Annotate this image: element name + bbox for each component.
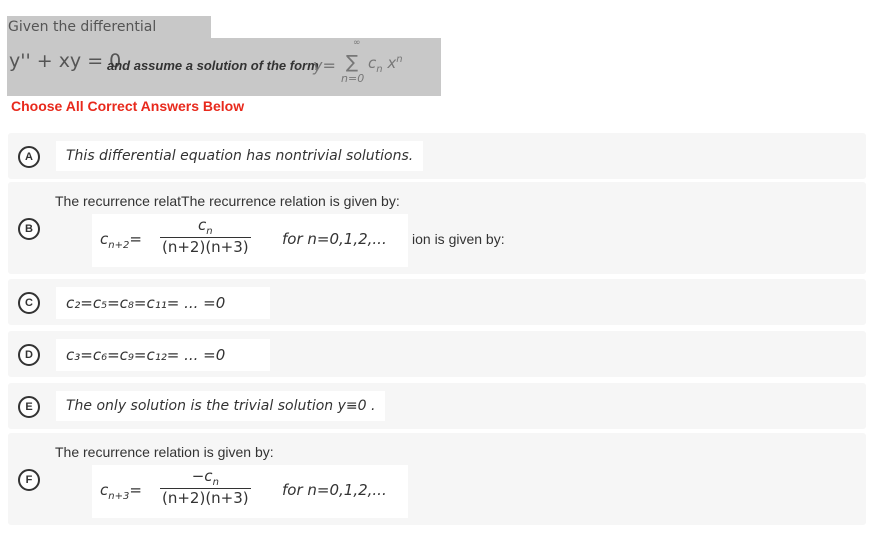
coef-sub: n bbox=[376, 64, 383, 75]
option-e[interactable]: E The only solution is the trivial solut… bbox=[8, 383, 866, 429]
denominator: (n+2)(n+3) bbox=[162, 238, 249, 256]
recurrence-formula: cn+2= cn (n+2)(n+3) for n=0,1,2,... bbox=[92, 214, 408, 267]
option-text: c₂=c₅=c₈=c₁₁= ... =0 bbox=[56, 287, 270, 319]
option-d[interactable]: D c₃=c₆=c₉=c₁₂= ... =0 bbox=[8, 331, 866, 377]
series-term: cn xn bbox=[368, 54, 403, 75]
option-badge[interactable]: D bbox=[18, 344, 40, 366]
option-text: This differential equation has nontrivia… bbox=[56, 141, 424, 171]
recurrence-formula: cn+3= −cn (n+2)(n+3) for n=0,1,2,... bbox=[92, 465, 408, 518]
sum-lower: n=0 bbox=[341, 72, 365, 85]
option-heading: The recurrence relation is given by: bbox=[55, 444, 274, 460]
option-heading: The recurrence relatThe recurrence relat… bbox=[55, 193, 400, 209]
denominator: (n+2)(n+3) bbox=[162, 489, 249, 507]
option-c[interactable]: C c₂=c₅=c₈=c₁₁= ... =0 bbox=[8, 279, 866, 325]
numerator-sub: n bbox=[212, 477, 219, 488]
option-f[interactable]: The recurrence relation is given by: F c… bbox=[8, 433, 866, 525]
question-body: y'' + xy = 0 and assume a solution of th… bbox=[7, 38, 441, 96]
option-text: c₃=c₆=c₉=c₁₂= ... =0 bbox=[56, 339, 270, 371]
trailing-text: ion is given by: bbox=[412, 231, 505, 247]
option-b[interactable]: The recurrence relatThe recurrence relat… bbox=[8, 182, 866, 274]
option-badge[interactable]: B bbox=[18, 218, 40, 240]
condition: for n=0,1,2,... bbox=[282, 230, 387, 248]
numerator: −c bbox=[191, 467, 213, 485]
sum-upper: ∞ bbox=[353, 38, 361, 48]
condition: for n=0,1,2,... bbox=[282, 481, 387, 499]
lhs-sub: n+2 bbox=[108, 240, 130, 251]
option-badge[interactable]: F bbox=[18, 469, 40, 491]
lhs-sub: n+3 bbox=[108, 491, 130, 502]
differential-equation: y'' + xy = 0 bbox=[9, 50, 122, 72]
option-text: The only solution is the trivial solutio… bbox=[56, 391, 386, 421]
lhs: c bbox=[100, 481, 109, 499]
option-a[interactable]: A This differential equation has nontriv… bbox=[8, 133, 866, 179]
option-badge[interactable]: A bbox=[18, 146, 40, 168]
option-badge[interactable]: C bbox=[18, 292, 40, 314]
sum-symbol: ∑ bbox=[346, 52, 359, 73]
instruction-text: Choose All Correct Answers Below bbox=[11, 98, 245, 114]
var: x bbox=[387, 54, 397, 72]
numerator-sub: n bbox=[206, 226, 213, 237]
question-middle-text: and assume a solution of the form bbox=[107, 58, 319, 73]
question-intro: Given the differential equation bbox=[7, 16, 211, 57]
coef: c bbox=[368, 54, 377, 72]
form-lhs: y= bbox=[313, 56, 336, 75]
series-solution-form: y= ∞ ∑ n=0 cn xn bbox=[313, 38, 443, 93]
option-badge[interactable]: E bbox=[18, 396, 40, 418]
var-sup: n bbox=[396, 54, 403, 65]
lhs: c bbox=[100, 230, 109, 248]
